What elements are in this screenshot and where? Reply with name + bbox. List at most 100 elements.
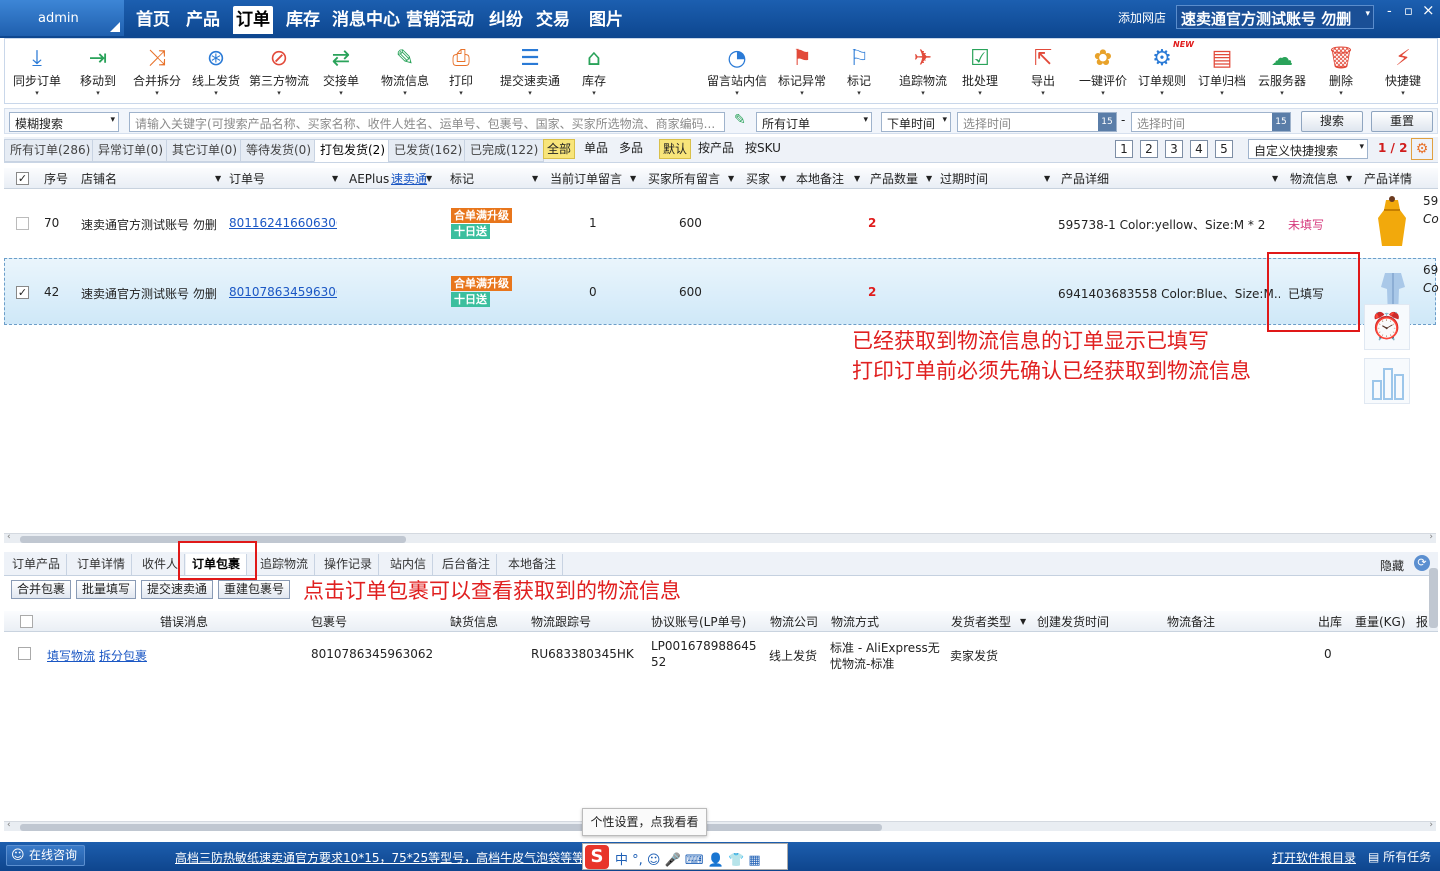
toolbar-submit-button[interactable]: ☰ 提交速卖通 ▾	[494, 46, 566, 97]
column-dropdown-icon[interactable]: ▼	[532, 169, 538, 189]
column-dropdown-icon[interactable]: ▼	[1020, 612, 1026, 632]
sort-by-sku-chip[interactable]: 按SKU	[742, 139, 784, 159]
package-column-header[interactable]: 物流公司	[770, 612, 818, 632]
filter-single-chip[interactable]: 单品	[581, 139, 611, 159]
filter-multi-chip[interactable]: 多品	[616, 139, 646, 159]
scroll-thumb[interactable]	[20, 824, 882, 831]
grid-column-header[interactable]: 本地备注	[796, 169, 844, 189]
toolbar-lightning-button[interactable]: ⚡ 快捷键 ▾	[1380, 46, 1426, 97]
package-horizontal-scrollbar[interactable]: ‹ ›	[4, 820, 1436, 831]
toolbar-archive-button[interactable]: ▤ 订单归档 ▾	[1194, 46, 1250, 97]
bar-chart-icon[interactable]	[1364, 358, 1410, 404]
maximize-button[interactable]: ▫	[1404, 4, 1413, 19]
detail-tab[interactable]: 站内信	[384, 554, 434, 575]
search-mode-select[interactable]: 模糊搜索 ▾	[9, 112, 119, 132]
order-row-selected[interactable]: ✓ 42 速卖通官方测试账号 勿删 80107863459630​62 合单满升…	[4, 258, 1439, 325]
grid-column-header[interactable]: 标记	[450, 169, 474, 189]
calendar-icon[interactable]: 15	[1098, 113, 1116, 131]
package-column-header[interactable]: 出库	[1318, 612, 1342, 632]
all-tasks-button[interactable]: ▤ 所有任务	[1368, 848, 1431, 865]
alarm-clock-icon[interactable]: ⏰	[1364, 304, 1410, 350]
toolbar-export-button[interactable]: ⇱ 导出 ▾	[1024, 46, 1062, 97]
detail-tab[interactable]: 本地备注	[502, 554, 564, 575]
nav-item[interactable]: 消息中心	[332, 6, 400, 34]
column-dropdown-icon[interactable]: ▼	[426, 169, 432, 189]
nav-item[interactable]: 产品	[183, 6, 223, 34]
ime-toolbar[interactable]: S 中 °, ☺ 🎤 ⌨ 👤 👕 ▦	[582, 843, 788, 870]
grid-column-header[interactable]: 过期时间	[940, 169, 988, 189]
grid-column-header[interactable]: 买家所有留言	[648, 169, 720, 189]
page-button[interactable]: 2	[1140, 140, 1158, 158]
order-filter-select[interactable]: 所有订单 ▾	[756, 112, 872, 132]
calendar-icon[interactable]: 15	[1272, 113, 1290, 131]
detail-tab[interactable]: 订单详情	[71, 554, 133, 575]
package-column-header[interactable]: 物流方式	[831, 612, 879, 632]
column-settings-icon[interactable]: ⚙	[1411, 138, 1433, 160]
select-all-checkbox[interactable]: ✓	[16, 172, 29, 185]
page-button[interactable]: 1	[1115, 140, 1133, 158]
nav-item[interactable]: 纠纷	[486, 6, 526, 34]
package-column-header[interactable]: 报	[1416, 612, 1428, 632]
detail-tab[interactable]: 后台备注	[436, 554, 498, 575]
toolbar-blue-flag-button[interactable]: ⚐ 标记 ▾	[844, 46, 874, 97]
filter-all-chip[interactable]: 全部	[543, 139, 576, 159]
split-package-link[interactable]: 拆分包裹	[99, 647, 147, 664]
package-action-button[interactable]: 合并包裹	[11, 580, 72, 599]
package-column-header[interactable]: 重量(KG)	[1355, 612, 1406, 632]
toolbar-download-button[interactable]: ⤓ 同步订单 ▾	[8, 46, 66, 97]
toolbar-message-button[interactable]: ◔ 留言站内信 ▾	[702, 46, 772, 97]
nav-item[interactable]: 订单	[233, 6, 273, 34]
package-row[interactable]: 填写物流 拆分包裹 8010786345963062 RU683380345HK…	[4, 633, 1424, 675]
refresh-icon[interactable]: ⟳	[1414, 555, 1430, 571]
grid-column-header[interactable]: 产品数量	[870, 169, 918, 189]
custom-search-select[interactable]: 自定义快捷搜索 ▾	[1248, 139, 1368, 159]
page-button[interactable]: 4	[1190, 140, 1208, 158]
order-tab[interactable]: 异常订单(0)	[92, 139, 169, 162]
package-column-header[interactable]: 协议账号(LP单号)	[651, 612, 746, 632]
grid-column-header[interactable]: 物流信息	[1290, 169, 1338, 189]
toolbar-track-button[interactable]: ✈ 追踪物流 ▾	[892, 46, 954, 97]
package-column-header[interactable]: 发货者类型	[951, 612, 1011, 632]
reset-button[interactable]: 重置	[1371, 111, 1433, 132]
toolbar-handover-button[interactable]: ⇄ 交接单 ▾	[318, 46, 364, 97]
detail-tab[interactable]: 操作记录	[318, 554, 380, 575]
page-button[interactable]: 5	[1215, 140, 1233, 158]
row-checkbox[interactable]	[16, 217, 29, 230]
start-time-input[interactable]: 选择时间 15	[957, 112, 1117, 132]
scroll-left-arrow-icon[interactable]: ‹	[7, 820, 11, 830]
order-tab[interactable]: 打包发货(2)	[314, 139, 391, 162]
order-tab[interactable]: 其它订单(0)	[166, 139, 243, 162]
toolbar-pencil-button[interactable]: ✎ 物流信息 ▾	[376, 46, 434, 97]
order-tab[interactable]: 已发货(162)	[388, 139, 469, 162]
package-column-header[interactable]: 包裹号	[311, 612, 347, 632]
sort-by-product-chip[interactable]: 按产品	[695, 139, 737, 159]
scroll-left-arrow-icon[interactable]: ‹	[7, 532, 11, 542]
hide-panel-button[interactable]: 隐藏	[1380, 557, 1404, 574]
column-dropdown-icon[interactable]: ▼	[854, 169, 860, 189]
grid-column-header[interactable]: AEPlus	[349, 169, 389, 189]
grid-column-header[interactable]: 买家	[746, 169, 770, 189]
user-badge[interactable]: admin	[0, 0, 124, 36]
scroll-right-arrow-icon[interactable]: ›	[1429, 532, 1433, 542]
package-action-button[interactable]: 提交速卖通	[141, 580, 214, 599]
toolbar-warehouse-button[interactable]: ⌂ 库存 ▾	[572, 46, 616, 97]
toolbar-red-flag-button[interactable]: ⚑ 标记异常 ▾	[772, 46, 832, 97]
column-dropdown-icon[interactable]: ▼	[780, 169, 786, 189]
package-action-button[interactable]: 批量填写	[76, 580, 137, 599]
sogou-logo-icon[interactable]: S	[585, 845, 609, 869]
column-dropdown-icon[interactable]: ▼	[1272, 169, 1278, 189]
page-button[interactable]: 3	[1165, 140, 1183, 158]
grid-column-header[interactable]: 产品详情	[1364, 169, 1412, 189]
toolbar-printer-button[interactable]: ⎙ 打印 ▾	[446, 46, 476, 97]
package-action-button[interactable]: 重建包裹号	[218, 580, 291, 599]
toolbar-move-button[interactable]: ⇥ 移动到 ▾	[72, 46, 124, 97]
vertical-scroll-thumb[interactable]	[1429, 568, 1438, 628]
toolbar-rules-button[interactable]: ⚙ 订单规则 ▾ NEW	[1134, 40, 1194, 97]
order-tab[interactable]: 已完成(122)	[464, 139, 545, 162]
package-select-all-checkbox[interactable]	[20, 615, 33, 628]
nav-item[interactable]: 交易	[533, 6, 573, 34]
package-column-header[interactable]: 创建发货时间	[1037, 612, 1109, 632]
column-dropdown-icon[interactable]: ▼	[630, 169, 636, 189]
nav-item[interactable]: 图片	[586, 6, 626, 34]
detail-tab[interactable]: 追踪物流	[254, 554, 316, 575]
